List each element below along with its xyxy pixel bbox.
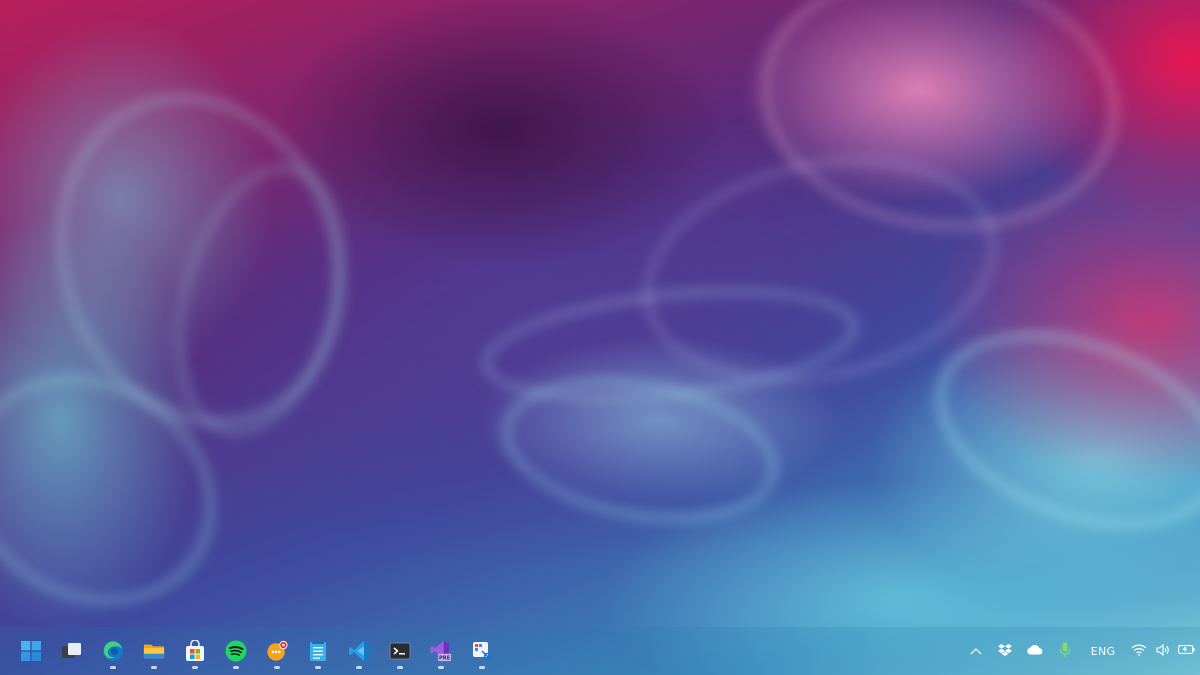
running-indicator: [355, 666, 362, 669]
terminal-icon: [389, 640, 411, 662]
onedrive-icon: [1026, 644, 1044, 658]
snipping-tool-icon: [471, 640, 493, 662]
dropbox-tray-button[interactable]: [990, 627, 1020, 675]
vscode-icon: [348, 640, 370, 662]
battery-tray-button[interactable]: [1174, 627, 1200, 675]
task-view-icon: [61, 640, 83, 662]
microphone-icon: [1059, 642, 1071, 661]
notepad-button[interactable]: [297, 631, 338, 671]
running-indicator: [109, 666, 116, 669]
vs-code-button[interactable]: [338, 631, 379, 671]
task-view-button[interactable]: [51, 631, 92, 671]
desktop[interactable]: PRE ENG: [0, 0, 1200, 675]
show-hidden-icons-button[interactable]: [962, 627, 990, 675]
running-indicator: [232, 666, 239, 669]
start-button[interactable]: [10, 631, 51, 671]
wifi-icon: [1131, 644, 1147, 659]
language-indicator[interactable]: ENG: [1080, 627, 1126, 675]
running-indicator: [150, 666, 157, 669]
microphone-tray-button[interactable]: [1050, 627, 1080, 675]
visual-studio-icon: PRE: [429, 640, 452, 662]
running-indicator: [396, 666, 403, 669]
wifi-tray-button[interactable]: [1126, 627, 1152, 675]
file-explorer-button[interactable]: [133, 631, 174, 671]
running-indicator: [437, 666, 444, 669]
running-indicator: [191, 666, 198, 669]
visual-studio-preview-button[interactable]: PRE: [420, 631, 461, 671]
windows-logo-icon: [20, 640, 42, 662]
running-indicator: [478, 666, 485, 669]
spotify-icon: [225, 640, 247, 662]
edge-icon: [102, 640, 124, 662]
spotify-button[interactable]: [215, 631, 256, 671]
battery-icon: [1178, 644, 1196, 658]
store-icon: [184, 640, 206, 662]
taskbar: PRE ENG: [0, 627, 1200, 675]
onedrive-tray-button[interactable]: [1020, 627, 1050, 675]
system-tray: ENG: [962, 627, 1200, 675]
wallpaper: [0, 0, 1200, 675]
snipping-tool-button[interactable]: [461, 631, 502, 671]
notepad-icon: [307, 640, 329, 662]
folder-icon: [143, 640, 165, 662]
volume-icon: [1156, 643, 1170, 659]
terminal-button[interactable]: [379, 631, 420, 671]
running-indicator: [314, 666, 321, 669]
dropbox-icon: [998, 643, 1012, 659]
microsoft-store-button[interactable]: [174, 631, 215, 671]
taskbar-apps: PRE: [10, 627, 502, 675]
chevron-up-icon: [970, 645, 982, 658]
chat-app-button[interactable]: [256, 631, 297, 671]
running-indicator: [273, 666, 280, 669]
language-label: ENG: [1090, 644, 1116, 658]
volume-tray-button[interactable]: [1152, 627, 1174, 675]
preview-badge: PRE: [439, 656, 451, 662]
chat-icon: [266, 640, 288, 662]
edge-button[interactable]: [92, 631, 133, 671]
